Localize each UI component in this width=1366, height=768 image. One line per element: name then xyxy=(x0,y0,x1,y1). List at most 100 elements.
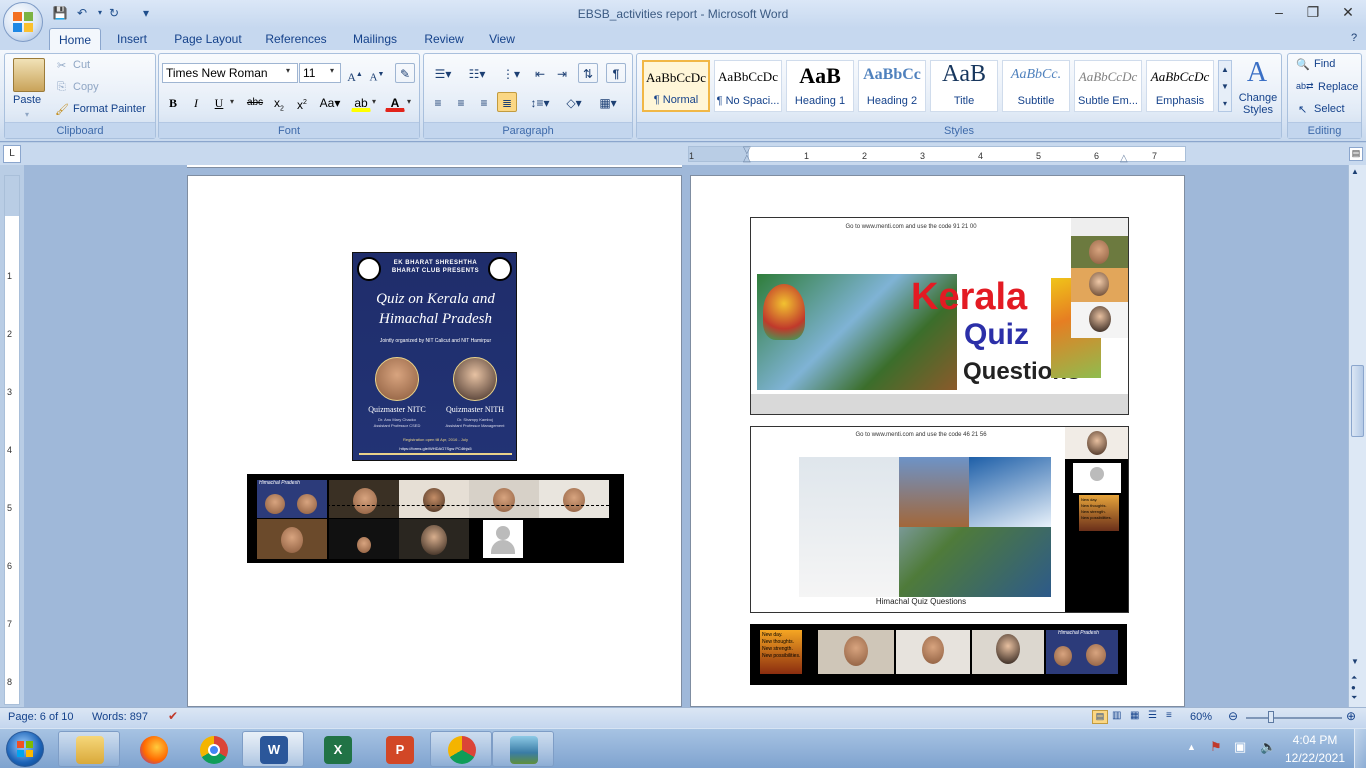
tab-references[interactable]: References xyxy=(258,28,334,50)
taskbar-excel[interactable]: X xyxy=(306,731,368,767)
bold-icon[interactable]: B xyxy=(163,92,183,112)
change-styles-button[interactable]: Change Styles xyxy=(1238,92,1278,116)
action-center-icon[interactable]: ⚑ xyxy=(1210,739,1222,755)
horizontal-ruler[interactable]: 1 1 2 3 4 5 6 7 ▽ △ △ xyxy=(688,145,1186,164)
justify-icon[interactable]: ≣ xyxy=(497,92,517,112)
hanging-indent-marker[interactable]: △ xyxy=(743,153,751,164)
zoom-level[interactable]: 60% xyxy=(1190,711,1212,723)
show-hidden-icons[interactable]: ▲ xyxy=(1187,742,1196,752)
vertical-ruler[interactable]: 1 2 3 4 5 6 7 8 xyxy=(4,175,20,705)
tab-page-layout[interactable]: Page Layout xyxy=(168,28,248,50)
proofing-icon[interactable]: ✔ xyxy=(168,709,178,723)
clock-time[interactable]: 4:04 PM xyxy=(1280,733,1350,747)
copy-button[interactable]: Copy xyxy=(73,81,99,93)
decrease-indent-icon[interactable]: ⇤ xyxy=(530,63,550,83)
minimize-button[interactable]: – xyxy=(1265,2,1293,22)
style-heading-1[interactable]: AaB Heading 1 xyxy=(786,60,854,112)
word-count[interactable]: Words: 897 xyxy=(92,711,148,723)
strikethrough-icon[interactable]: abc xyxy=(245,92,265,112)
shading-icon[interactable]: ◇▾ xyxy=(560,92,588,112)
show-desktop-button[interactable] xyxy=(1354,729,1366,768)
highlight-dropdown-icon[interactable]: ▾ xyxy=(372,97,376,106)
numbering-icon[interactable]: ☷▾ xyxy=(462,63,492,83)
cut-button[interactable]: Cut xyxy=(73,59,90,71)
font-color-icon[interactable]: A xyxy=(385,92,405,112)
vertical-scrollbar[interactable]: ▲ ▼ ⏶ ● ⏷ xyxy=(1348,165,1366,707)
borders-icon[interactable]: ▦▾ xyxy=(594,92,622,112)
font-name-dropdown-icon[interactable]: ▾ xyxy=(286,66,290,75)
zoom-meeting-screenshot[interactable]: New day. New thoughts. New strength. New… xyxy=(750,624,1127,685)
style-no-spacing[interactable]: AaBbCcDc ¶ No Spaci... xyxy=(714,60,782,112)
web-layout-icon[interactable]: ▦ xyxy=(1130,710,1139,721)
style-subtitle[interactable]: AaBbCc. Subtitle xyxy=(1002,60,1070,112)
find-button[interactable]: Find xyxy=(1314,58,1335,70)
taskbar-chrome[interactable] xyxy=(182,731,244,767)
print-layout-icon[interactable]: ▤ xyxy=(1092,710,1108,724)
tab-selector-icon[interactable]: L xyxy=(3,145,21,163)
superscript-icon[interactable]: x2 xyxy=(292,92,312,112)
taskbar-explorer[interactable] xyxy=(58,731,120,767)
next-page-icon[interactable]: ⏷ xyxy=(1351,693,1357,703)
select-browse-object-icon[interactable]: ● xyxy=(1351,683,1356,692)
network-icon[interactable]: ▣ xyxy=(1234,739,1246,755)
volume-icon[interactable]: 🔈 xyxy=(1260,739,1276,755)
tab-insert[interactable]: Insert xyxy=(108,28,156,50)
paste-dropdown-icon[interactable]: ▾ xyxy=(25,110,29,119)
tab-mailings[interactable]: Mailings xyxy=(343,28,407,50)
sort-icon[interactable]: ⇅ xyxy=(578,63,598,83)
style-title[interactable]: AaB Title xyxy=(930,60,998,112)
scroll-down-icon[interactable]: ▼ xyxy=(1351,657,1359,666)
underline-icon[interactable]: U xyxy=(209,92,229,112)
close-button[interactable]: ✕ xyxy=(1334,2,1362,22)
maximize-button[interactable]: ❐ xyxy=(1299,2,1327,22)
align-left-icon[interactable]: ≡ xyxy=(428,92,448,112)
style-heading-2[interactable]: AaBbCc Heading 2 xyxy=(858,60,926,112)
change-case-icon[interactable]: Aa▾ xyxy=(317,92,343,112)
zoom-slider-track[interactable] xyxy=(1246,717,1342,719)
font-color-dropdown-icon[interactable]: ▾ xyxy=(407,97,411,106)
tab-view[interactable]: View xyxy=(480,28,524,50)
clock-date[interactable]: 12/22/2021 xyxy=(1280,751,1350,765)
office-button[interactable] xyxy=(3,2,43,42)
start-button[interactable] xyxy=(6,731,44,767)
help-icon[interactable]: ? xyxy=(1347,32,1361,46)
full-screen-reading-icon[interactable]: ▥ xyxy=(1112,710,1121,721)
zoom-meeting-screenshot[interactable]: Himachal Pradesh xyxy=(247,474,624,563)
zoom-out-icon[interactable]: ⊖ xyxy=(1228,709,1238,723)
style-subtle-emphasis[interactable]: AaBbCcDc Subtle Em... xyxy=(1074,60,1142,112)
align-right-icon[interactable]: ≡ xyxy=(474,92,494,112)
select-button[interactable]: Select xyxy=(1314,103,1345,115)
font-size-dropdown-icon[interactable]: ▾ xyxy=(330,66,334,75)
page-count[interactable]: Page: 6 of 10 xyxy=(8,711,73,723)
subscript-icon[interactable]: x2 xyxy=(269,92,289,112)
italic-icon[interactable]: I xyxy=(186,92,206,112)
zoom-in-icon[interactable]: ⊕ xyxy=(1346,709,1356,723)
taskbar-photo-viewer[interactable] xyxy=(492,731,554,767)
right-indent-marker[interactable]: △ xyxy=(1120,153,1128,164)
shrink-font-icon[interactable]: A▼ xyxy=(367,63,387,84)
taskbar-chrome-profile[interactable] xyxy=(430,731,492,767)
taskbar-powerpoint[interactable]: P xyxy=(368,731,430,767)
show-formatting-icon[interactable]: ¶ xyxy=(606,63,626,83)
clear-formatting-icon[interactable]: ✎ xyxy=(395,63,415,83)
scroll-up-icon[interactable]: ▲ xyxy=(1351,167,1359,176)
quiz-poster-image[interactable]: EK BHARAT SHRESHTHA BHARAT CLUB PRESENTS… xyxy=(352,252,517,461)
style-emphasis[interactable]: AaBbCcDc Emphasis xyxy=(1146,60,1214,112)
taskbar-firefox[interactable] xyxy=(122,731,184,767)
align-center-icon[interactable]: ≡ xyxy=(451,92,471,112)
format-painter-button[interactable]: Format Painter xyxy=(73,103,146,115)
line-spacing-icon[interactable]: ↕≡▾ xyxy=(526,92,554,112)
styles-gallery-scroll[interactable]: ▲ ▼ ▾ xyxy=(1218,60,1232,112)
multilevel-list-icon[interactable]: ⋮▾ xyxy=(496,63,526,83)
grow-font-icon[interactable]: A▲ xyxy=(345,63,365,84)
tab-home[interactable]: Home xyxy=(49,28,101,50)
outline-icon[interactable]: ☰ xyxy=(1148,710,1157,721)
style-normal[interactable]: AaBbCcDc ¶ Normal xyxy=(642,60,710,112)
taskbar-word[interactable]: W xyxy=(242,731,304,767)
scroll-thumb[interactable] xyxy=(1351,365,1364,437)
font-size-select[interactable]: 11 xyxy=(299,63,341,83)
himachal-quiz-screenshot[interactable]: Go to www.menti.com and use the code 46 … xyxy=(750,426,1129,613)
paste-button[interactable]: Paste xyxy=(13,94,41,106)
replace-button[interactable]: Replace xyxy=(1318,81,1358,93)
kerala-quiz-screenshot[interactable]: Go to www.menti.com and use the code 91 … xyxy=(750,217,1129,415)
